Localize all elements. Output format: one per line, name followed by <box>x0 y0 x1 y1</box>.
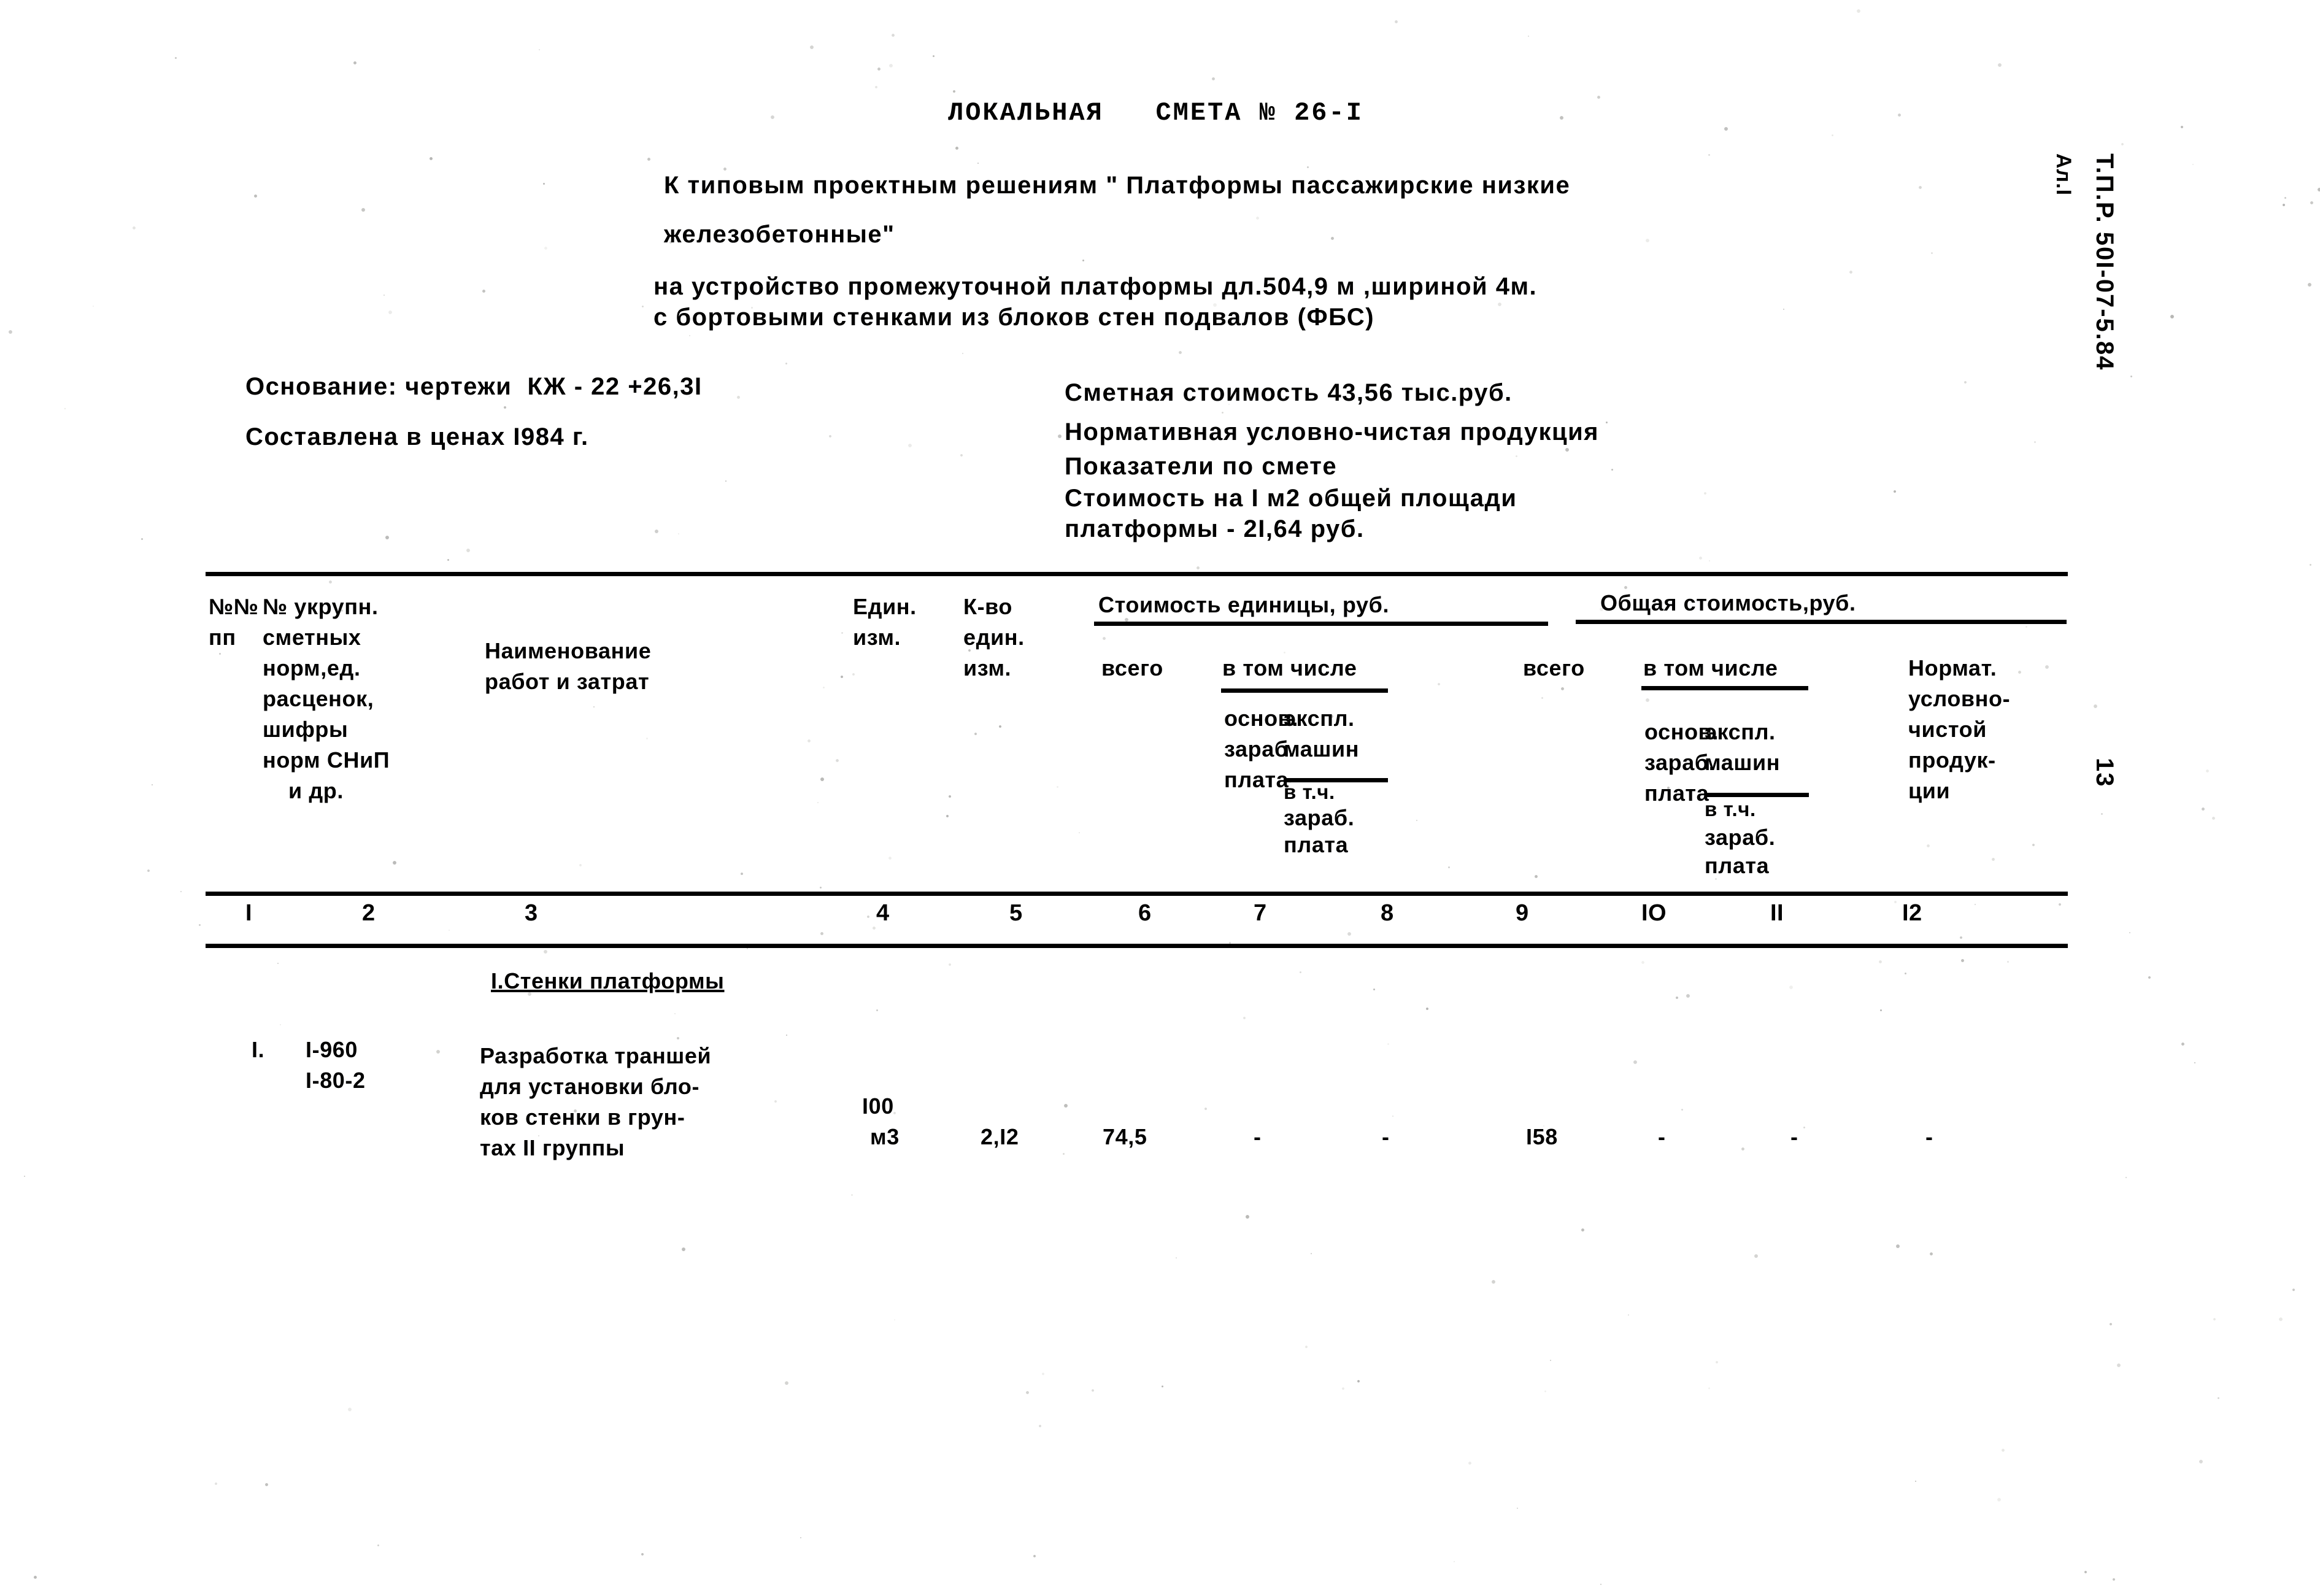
unit-cost-group-rule <box>1094 622 1548 626</box>
scan-speckle <box>0 0 2320 1596</box>
row-1-unit-total: 74,5 <box>1103 1124 1147 1149</box>
column-number-10: IO <box>1641 900 1667 926</box>
header-unit-total: всего <box>1101 655 1163 680</box>
header-total-machines-2: машин <box>1705 750 1781 775</box>
column-number-6: 6 <box>1138 900 1152 926</box>
header-col12-line5: ции <box>1908 778 1951 803</box>
header-total-machines-1: экспл. <box>1705 719 1776 744</box>
header-col5-line3: изм. <box>963 655 1012 680</box>
header-total-machines-sub-3: плата <box>1705 853 1770 878</box>
row-1-name-3: ков стенки в грун- <box>480 1104 685 1130</box>
header-unit-among: в том числе <box>1222 655 1357 680</box>
header-col2-line1: № укрупн. <box>263 594 379 619</box>
header-col12-line2: условно- <box>1908 686 2011 711</box>
summary-line-4: Стоимость на I м2 общей площади <box>1065 485 1517 512</box>
row-1-norm-code-2: I-80-2 <box>306 1068 366 1093</box>
header-col1-line2: пп <box>209 625 236 650</box>
row-1-total-basic-wage: - <box>1658 1124 1666 1149</box>
header-total-machines-sub-2: зараб. <box>1705 825 1776 850</box>
intro-line-2: железобетонные" <box>664 221 895 248</box>
row-1-name-2: для установки бло- <box>480 1074 700 1099</box>
row-1-unit-1: I00 <box>862 1093 894 1119</box>
row-1-unit-machines: - <box>1382 1124 1390 1149</box>
header-total-machines-sub-1: в т.ч. <box>1705 798 1756 820</box>
page-title: ЛОКАЛЬНАЯ СМЕТА № 26-I <box>948 98 1363 128</box>
header-col3-line2: работ и затрат <box>485 669 650 694</box>
row-1-no: I. <box>252 1037 265 1062</box>
header-unit-machines-sub-3: плата <box>1284 832 1349 857</box>
summary-line-3: Показатели по смете <box>1065 453 1338 480</box>
header-col12-line3: чистой <box>1908 717 1987 742</box>
column-number-7: 7 <box>1254 900 1267 926</box>
header-unit-machines-sub-2: зараб. <box>1284 805 1355 830</box>
header-col2-line2: сметных <box>263 625 361 650</box>
summary-line-1: Сметная стоимость 43,56 тыс.руб. <box>1065 379 1513 406</box>
column-number-12: I2 <box>1902 900 1922 926</box>
header-col5-line1: К-во <box>963 594 1013 619</box>
summary-line-2: Нормативная условно-чистая продукция <box>1065 418 1599 445</box>
row-1-name-4: тах II группы <box>480 1135 625 1160</box>
total-machines-rule <box>1705 793 1809 797</box>
header-col4-line1: Един. <box>853 594 917 619</box>
header-unit-cost-group: Стоимость единицы, руб. <box>1098 592 1390 617</box>
column-numbers-bottom-rule <box>206 944 2068 948</box>
column-number-5: 5 <box>1009 900 1023 926</box>
header-col3-line1: Наименование <box>485 638 652 663</box>
intro-line-3: на устройство промежуточной платформы дл… <box>653 273 1538 300</box>
row-1-qty: 2,I2 <box>981 1124 1019 1149</box>
table-top-rule <box>206 572 2068 576</box>
document-page: ЛОКАЛЬНАЯ СМЕТА № 26-I К типовым проектн… <box>0 0 2320 1596</box>
header-col12-line1: Нормат. <box>1908 655 1997 680</box>
basis-line-2: Составлена в ценах I984 г. <box>245 423 589 450</box>
header-col4-line2: изм. <box>853 625 901 650</box>
header-unit-machines-1: экспл. <box>1284 706 1355 731</box>
column-numbers-top-rule <box>206 892 2068 896</box>
total-among-rule <box>1641 686 1808 690</box>
margin-page-number: 13 <box>2091 758 2118 788</box>
header-unit-basic-wage-3: плата <box>1224 767 1289 792</box>
intro-line-4: с бортовыми стенками из блоков стен подв… <box>653 304 1375 331</box>
column-number-2: 2 <box>362 900 376 926</box>
column-number-11: II <box>1770 900 1784 926</box>
header-col2-line6: норм СНиП <box>263 747 390 773</box>
column-number-4: 4 <box>876 900 890 926</box>
header-total-cost-group: Общая стоимость,руб. <box>1600 590 1856 615</box>
row-1-unit-basic-wage: - <box>1254 1124 1262 1149</box>
row-1-total-total: I58 <box>1526 1124 1558 1149</box>
header-total-total: всего <box>1523 655 1585 680</box>
row-1-norm-code-1: I-960 <box>306 1037 358 1062</box>
header-unit-machines-sub-1: в т.ч. <box>1284 781 1335 803</box>
header-col2-line4: расценок, <box>263 686 374 711</box>
row-1-name-1: Разработка траншей <box>480 1043 712 1068</box>
row-1-total-machines: - <box>1790 1124 1798 1149</box>
header-col5-line2: един. <box>963 625 1025 650</box>
header-total-among: в том числе <box>1643 655 1778 680</box>
header-col2-line7: и др. <box>288 778 344 803</box>
header-col12-line4: продук- <box>1908 747 1996 773</box>
column-number-1: I <box>245 900 253 926</box>
basis-line-1: Основание: чертежи КЖ - 22 +26,3I <box>245 373 703 400</box>
margin-project-code: Т.П.Р. 50I-07-5.84 <box>2091 153 2118 371</box>
margin-album-code: Ал.I <box>2052 153 2075 196</box>
header-unit-machines-2: машин <box>1284 736 1360 761</box>
row-1-unit-2: м3 <box>870 1124 900 1149</box>
unit-among-rule <box>1221 688 1388 693</box>
column-number-8: 8 <box>1381 900 1394 926</box>
header-col2-line5: шифры <box>263 717 349 742</box>
row-1-nchp: - <box>1925 1124 1933 1149</box>
column-number-3: 3 <box>525 900 538 926</box>
intro-line-1: К типовым проектным решениям " Платформы… <box>664 172 1571 199</box>
header-total-basic-wage-3: плата <box>1644 781 1709 806</box>
header-col2-line3: норм,ед. <box>263 655 361 680</box>
total-cost-group-rule <box>1576 620 2067 624</box>
section-title: I.Стенки платформы <box>491 968 725 993</box>
header-col1-line1: №№ <box>209 594 259 619</box>
column-number-9: 9 <box>1516 900 1529 926</box>
summary-line-5: платформы - 2I,64 руб. <box>1065 515 1365 542</box>
